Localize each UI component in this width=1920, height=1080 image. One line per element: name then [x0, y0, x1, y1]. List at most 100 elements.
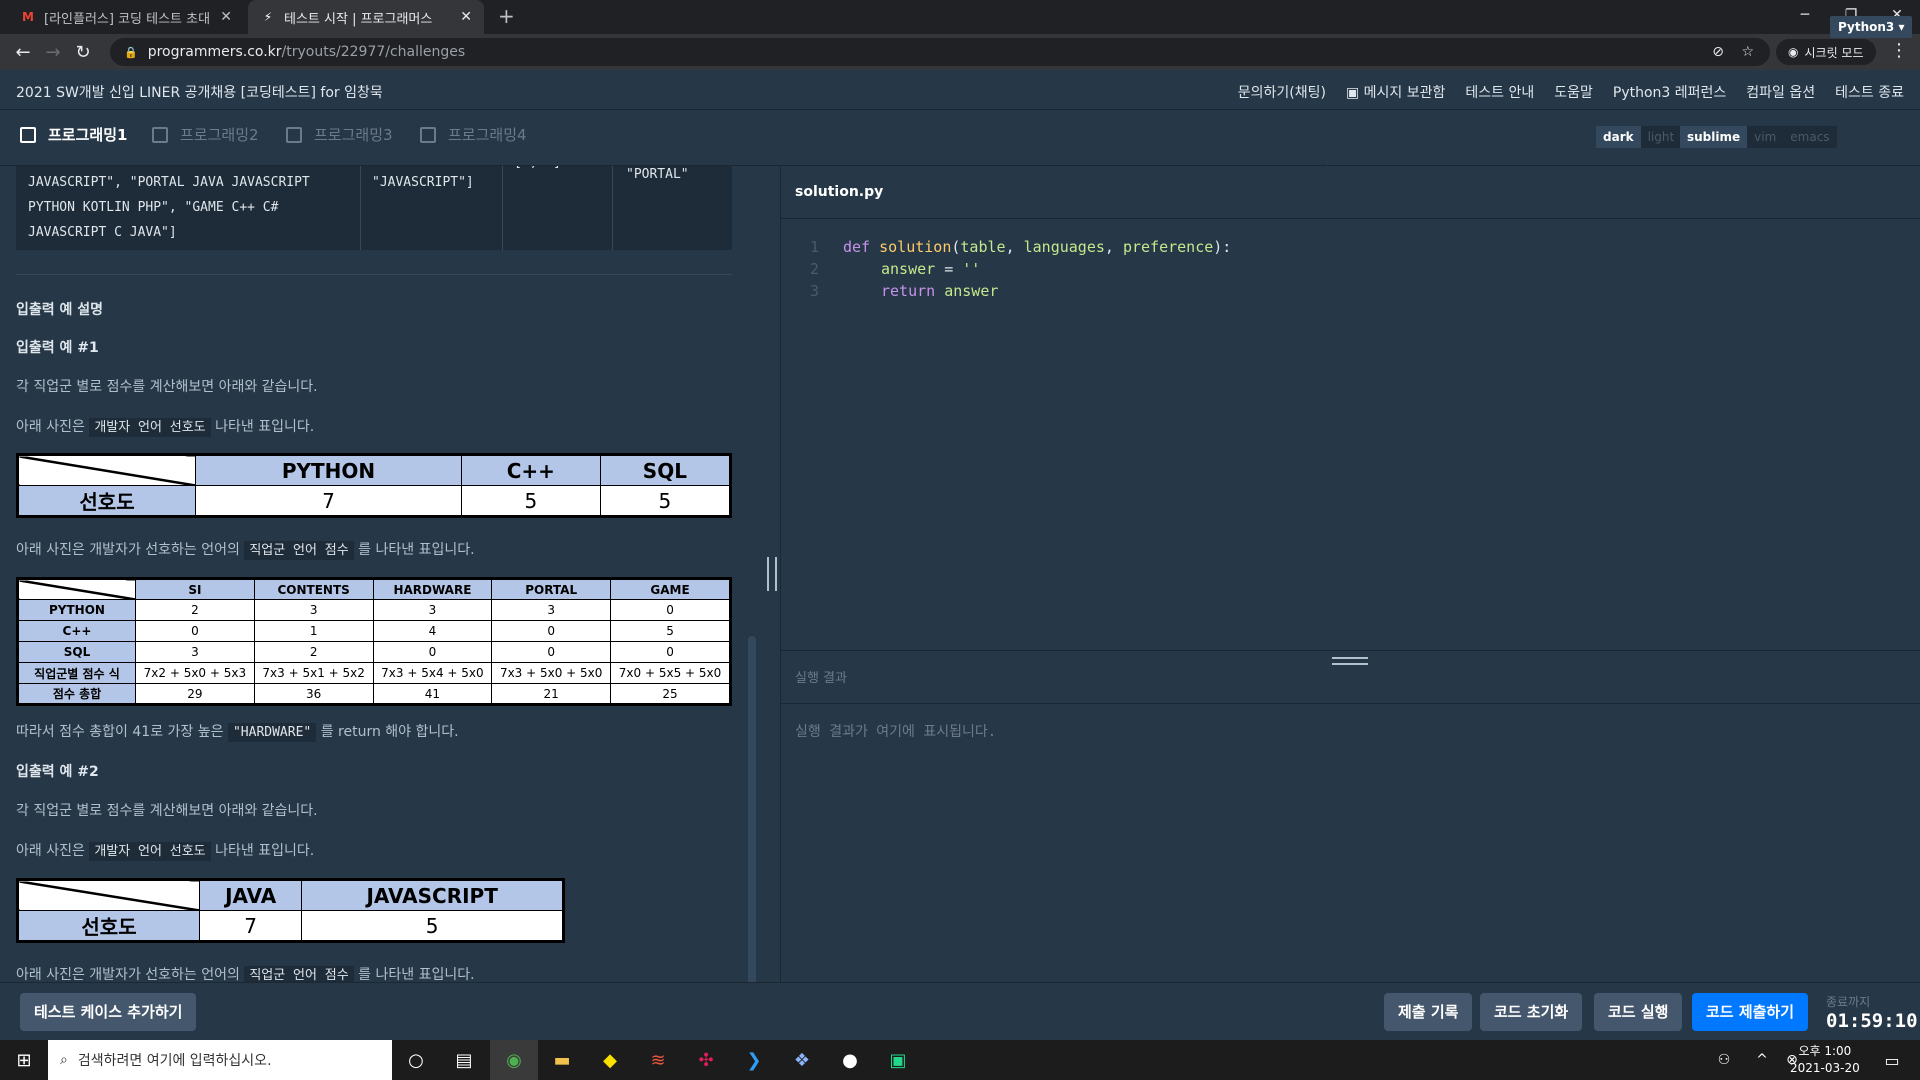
- description-text: 아래 사진은 개발자 언어 선호도 나타낸 표입니다.: [16, 416, 314, 437]
- row-label: 직업군별 점수 식: [17, 662, 136, 684]
- theme-light[interactable]: light: [1640, 126, 1682, 148]
- code-editor[interactable]: solution.py 1 def solution(table, languag…: [781, 166, 1920, 650]
- eye-off-icon[interactable]: ⊘: [1712, 44, 1724, 60]
- keymap-emacs[interactable]: emacs: [1783, 126, 1837, 148]
- forward-icon[interactable]: →: [38, 42, 68, 63]
- search-icon: ⌕: [60, 1052, 68, 1068]
- text: 를 나타낸 표입니다.: [358, 967, 475, 982]
- keymap-vim[interactable]: vim: [1747, 126, 1784, 148]
- chrome-icon[interactable]: ◉: [490, 1040, 538, 1080]
- clock-date: 2021-03-20: [1790, 1061, 1860, 1075]
- add-test-case-button[interactable]: 테스트 케이스 추가하기: [20, 993, 197, 1031]
- action-footer: 테스트 케이스 추가하기 제출 기록 코드 초기화 코드 실행 코드 제출하기 …: [0, 982, 1920, 1040]
- keymap-sublime[interactable]: sublime: [1680, 126, 1748, 148]
- app-icon[interactable]: ≋: [634, 1040, 682, 1080]
- nav-messages[interactable]: ▣ 메시지 보관함: [1346, 82, 1445, 102]
- nav-help[interactable]: 도움말: [1554, 82, 1593, 102]
- address-bar[interactable]: 🔒 programmers.co.kr/tryouts/22977/challe…: [110, 38, 1770, 66]
- text: 따라서 점수 총합이 41로 가장 높은: [16, 724, 224, 740]
- resize-handle[interactable]: [1332, 657, 1368, 665]
- table-header: JAVA: [198, 879, 303, 911]
- minimize-icon[interactable]: ─: [1782, 0, 1828, 30]
- github-icon[interactable]: ●: [826, 1040, 874, 1080]
- close-icon[interactable]: ✕: [460, 9, 472, 25]
- star-icon[interactable]: ☆: [1741, 44, 1754, 60]
- tab-programming2[interactable]: 프로그래밍2: [152, 124, 259, 145]
- checkbox-icon: [152, 126, 168, 143]
- nav-compile-options[interactable]: 컴파일 옵션: [1746, 82, 1815, 102]
- line-number: 1: [809, 238, 819, 256]
- cortana-icon[interactable]: ○: [392, 1040, 440, 1080]
- table-cell: 41: [372, 683, 493, 705]
- language-select[interactable]: Python3 ▾: [1830, 16, 1913, 38]
- run-code-button[interactable]: 코드 실행: [1594, 993, 1683, 1031]
- text: 아래 사진은 개발자가 선호하는 언어의: [16, 967, 240, 982]
- tab-title: 테스트 시작 | 프로그래머스: [284, 11, 433, 27]
- back-icon[interactable]: ←: [8, 42, 38, 63]
- header-nav: 문의하기(채팅) ▣ 메시지 보관함 테스트 안내 도움말 Python3 레퍼…: [1238, 82, 1904, 102]
- lock-icon: 🔒: [124, 45, 138, 59]
- incognito-badge[interactable]: ◉ 시크릿 모드: [1776, 39, 1876, 65]
- reload-icon[interactable]: ↻: [68, 42, 98, 63]
- slack-icon[interactable]: ✣: [682, 1040, 730, 1080]
- checkbox-icon: [420, 126, 436, 143]
- sample-cell-result: "PORTAL": [626, 167, 689, 182]
- example2-heading: 입출력 예 #2: [16, 764, 99, 780]
- code-line: JAVASCRIPT C JAVA"]: [28, 225, 177, 240]
- new-tab-icon[interactable]: +: [498, 4, 515, 28]
- close-icon[interactable]: ✕: [220, 9, 232, 25]
- keymap-toggle: sublime vim emacs: [1680, 126, 1837, 148]
- nav-reference[interactable]: Python3 레퍼런스: [1613, 82, 1726, 102]
- checkbox-icon: [20, 126, 36, 143]
- result-panel: 실행 결과 실행 결과가 여기에 표시됩니다.: [781, 650, 1920, 982]
- line-number: 3: [809, 282, 819, 300]
- nav-guide[interactable]: 테스트 안내: [1465, 82, 1534, 102]
- submission-history-button[interactable]: 제출 기록: [1384, 993, 1473, 1031]
- task-view-icon[interactable]: ▤: [440, 1040, 488, 1080]
- cell-divider: [360, 166, 361, 250]
- app-icon[interactable]: ❖: [778, 1040, 826, 1080]
- tab-programming4[interactable]: 프로그래밍4: [420, 124, 527, 145]
- tab-programming3[interactable]: 프로그래밍3: [286, 124, 393, 145]
- notification-icon[interactable]: ▭: [1868, 1040, 1916, 1080]
- taskbar-search[interactable]: ⌕ 검색하려면 여기에 입력하십시오.: [48, 1040, 392, 1080]
- table-header: GAME: [610, 578, 731, 600]
- code-line: PYTHON KOTLIN PHP", "GAME C++ C#: [28, 200, 279, 215]
- tab-programming1[interactable]: 프로그래밍1: [20, 124, 127, 145]
- table-header: SI: [135, 578, 255, 600]
- table-header: SQL: [599, 454, 732, 486]
- tab-label: 프로그래밍1: [48, 126, 128, 144]
- table-header: CONTENTS: [253, 578, 374, 600]
- browser-tab-active[interactable]: ⚡ 테스트 시작 | 프로그래머스 ✕: [248, 0, 484, 34]
- table-cell: 7x3 + 5x4 + 5x0: [372, 662, 493, 684]
- nav-end-test[interactable]: 테스트 종료: [1835, 82, 1904, 102]
- kakaotalk-icon[interactable]: ◆: [586, 1040, 634, 1080]
- code-token: def: [843, 238, 871, 256]
- table-cell: 3: [253, 599, 374, 621]
- divider: [781, 218, 1920, 219]
- browser-tab[interactable]: M [라인플러스] 코딩 테스트 초대 ✕: [8, 0, 244, 34]
- theme-dark[interactable]: dark: [1596, 126, 1641, 148]
- checkbox-icon: [286, 126, 302, 143]
- table-cell: 3: [491, 599, 612, 621]
- pycharm-icon[interactable]: ▣: [874, 1040, 922, 1080]
- code-token: return: [881, 282, 936, 300]
- file-explorer-icon[interactable]: ▬: [538, 1040, 586, 1080]
- table-cell: 5: [599, 485, 732, 517]
- code-area[interactable]: 1 def solution(table, languages, preferen…: [781, 236, 1231, 302]
- scrollbar[interactable]: [748, 636, 756, 982]
- browser-tabstrip: M [라인플러스] 코딩 테스트 초대 ✕ ⚡ 테스트 시작 | 프로그래머스 …: [0, 0, 1920, 34]
- inline-code: 개발자 언어 선호도: [89, 418, 211, 437]
- taskbar-clock[interactable]: 오후 1:00 2021-03-20: [1790, 1043, 1860, 1077]
- code-line: JAVASCRIPT", "PORTAL JAVA JAVASCRIPT: [28, 175, 310, 190]
- submit-code-button[interactable]: 코드 제출하기: [1692, 993, 1809, 1031]
- resize-handle[interactable]: [767, 557, 777, 591]
- nav-chat[interactable]: 문의하기(채팅): [1238, 82, 1326, 102]
- windows-start-icon[interactable]: ⊞: [0, 1040, 48, 1080]
- reset-code-button[interactable]: 코드 초기화: [1480, 993, 1583, 1031]
- vscode-icon[interactable]: ❯: [730, 1040, 778, 1080]
- row-label: SQL: [17, 641, 136, 663]
- code-token: preference: [1122, 238, 1214, 256]
- menu-icon[interactable]: ⋮: [1884, 40, 1914, 61]
- programmers-icon: ⚡: [263, 10, 273, 24]
